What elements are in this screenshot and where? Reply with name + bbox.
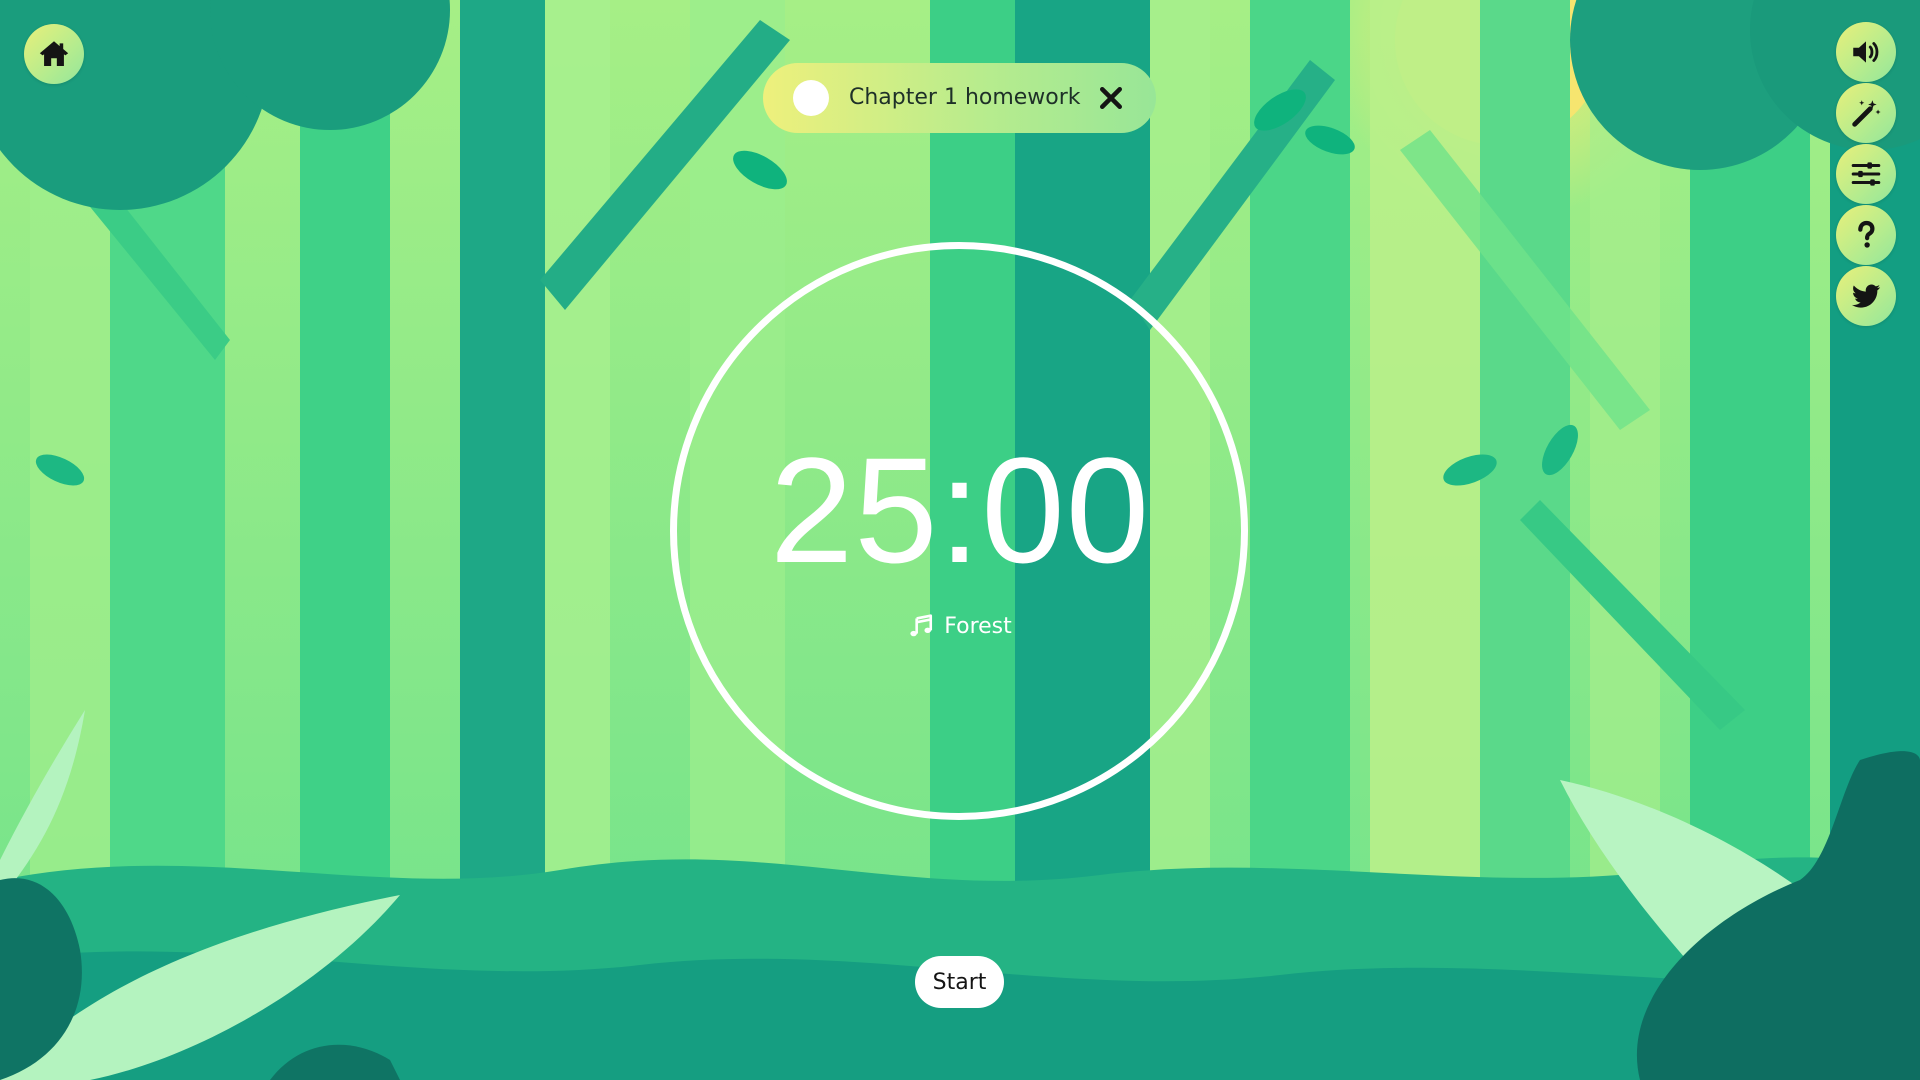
task-complete-toggle[interactable]: [793, 80, 829, 116]
remove-task-button[interactable]: [1096, 83, 1126, 113]
close-icon: [1100, 87, 1122, 109]
timer-display: 25:00: [769, 426, 1151, 594]
task-label: Chapter 1 homework: [849, 85, 1081, 110]
side-toolbar: [1836, 22, 1896, 327]
music-note-icon: [910, 614, 933, 637]
ambient-sound-selector[interactable]: Forest: [0, 610, 1920, 642]
ambient-sound-label: Forest: [944, 613, 1012, 639]
start-button[interactable]: Start: [915, 956, 1004, 1008]
twitter-share-button[interactable]: [1836, 266, 1896, 326]
help-button[interactable]: [1836, 205, 1896, 265]
volume-icon: [1853, 41, 1879, 63]
app-screen: Chapter 1 homework 25:00 Forest Start: [0, 0, 1920, 1080]
task-pill: Chapter 1 homework: [763, 63, 1156, 133]
home-button[interactable]: [24, 24, 84, 84]
settings-button[interactable]: [1836, 144, 1896, 204]
question-icon: [1858, 220, 1875, 248]
twitter-icon: [1851, 284, 1881, 308]
magic-wand-icon: [1852, 100, 1881, 127]
theme-button[interactable]: [1836, 83, 1896, 143]
sound-toggle-button[interactable]: [1836, 22, 1896, 82]
sliders-icon: [1851, 162, 1881, 186]
home-icon: [39, 41, 69, 67]
